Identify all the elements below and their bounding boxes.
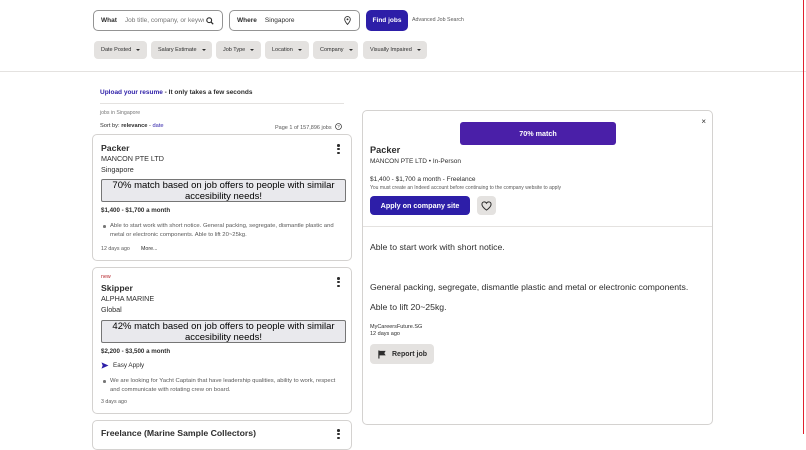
where-input[interactable] bbox=[264, 17, 341, 24]
location-pin-icon bbox=[341, 15, 353, 27]
job-salary: $2,200 - $3,500 a month bbox=[101, 348, 171, 355]
detail-description-1: Able to start work with short notice. bbox=[370, 242, 505, 252]
detail-salary-line: $1,400 - $1,700 a month - Freelance bbox=[370, 176, 476, 183]
job-location: Global bbox=[101, 305, 122, 314]
more-options-icon[interactable] bbox=[337, 429, 340, 439]
detail-company-line: MANCON PTE LTD • In-Person bbox=[370, 158, 462, 165]
where-field[interactable]: Where bbox=[229, 10, 360, 31]
caret-down-icon bbox=[297, 49, 302, 51]
detail-source: MyCareersFuture.SG bbox=[370, 324, 423, 330]
match-badge: 70% match based on job offers to people … bbox=[101, 179, 346, 202]
page-count: Page 1 of 157,896 jobs bbox=[275, 124, 332, 131]
detail-job-title: Packer bbox=[370, 145, 401, 155]
what-input[interactable] bbox=[124, 17, 204, 24]
job-card[interactable]: Packer MANCON PTE LTD Singapore 70% matc… bbox=[92, 134, 352, 261]
what-field[interactable]: What bbox=[93, 10, 223, 31]
filter-date-posted[interactable]: Date Posted bbox=[94, 41, 147, 59]
detail-description-2: General packing, segregate, dismantle pl… bbox=[370, 282, 689, 292]
caret-down-icon bbox=[136, 49, 141, 51]
caret-down-icon bbox=[348, 49, 353, 51]
sort-control: Sort by: relevance - date bbox=[100, 123, 164, 129]
jobs-in-label: jobs in Singapore bbox=[100, 110, 141, 116]
filter-label: Salary Estimate bbox=[158, 47, 197, 53]
job-detail-panel: 70% match × Packer MANCON PTE LTD • In-P… bbox=[362, 110, 713, 425]
sort-date-link[interactable]: date bbox=[153, 123, 164, 129]
detail-divider bbox=[363, 226, 712, 227]
svg-text:?: ? bbox=[337, 124, 340, 129]
job-title[interactable]: Freelance (Marine Sample Collectors) bbox=[101, 428, 256, 438]
send-icon bbox=[101, 362, 109, 369]
search-icon bbox=[204, 15, 216, 27]
caret-down-icon bbox=[250, 49, 255, 51]
more-options-icon[interactable] bbox=[337, 144, 340, 154]
report-job-label: Report job bbox=[392, 350, 427, 358]
job-title[interactable]: Skipper bbox=[101, 283, 133, 293]
upload-resume-banner: Upload your resume - It only takes a few… bbox=[100, 89, 252, 96]
flag-icon bbox=[378, 349, 386, 359]
save-job-button[interactable] bbox=[477, 196, 496, 215]
help-icon[interactable]: ? bbox=[334, 123, 342, 132]
job-salary: $1,400 - $1,700 a month bbox=[101, 207, 171, 214]
job-company: MANCON PTE LTD bbox=[101, 154, 164, 163]
job-card[interactable]: Freelance (Marine Sample Collectors) bbox=[92, 420, 352, 450]
job-card[interactable]: new Skipper ALPHA MARINE Global 42% matc… bbox=[92, 267, 352, 414]
where-label: Where bbox=[237, 17, 257, 24]
filter-visually-impaired[interactable]: Visually Impaired bbox=[363, 41, 427, 59]
upload-resume-link[interactable]: Upload your resume bbox=[100, 89, 163, 96]
sort-relevance[interactable]: relevance bbox=[121, 123, 147, 129]
job-date: 12 days ago bbox=[101, 246, 130, 252]
filter-company[interactable]: Company bbox=[313, 41, 358, 59]
job-company: ALPHA MARINE bbox=[101, 294, 155, 303]
advanced-search-link[interactable]: Advanced Job Search bbox=[412, 17, 464, 23]
caret-down-icon bbox=[416, 49, 421, 51]
easy-apply: Easy Apply bbox=[101, 362, 144, 369]
heart-icon bbox=[481, 200, 492, 211]
report-job-button[interactable]: Report job bbox=[370, 344, 434, 364]
filter-location[interactable]: Location bbox=[265, 41, 309, 59]
close-icon[interactable]: × bbox=[701, 117, 706, 126]
filter-job-type[interactable]: Job Type bbox=[216, 41, 261, 59]
upload-resume-text: - It only takes a few seconds bbox=[162, 89, 253, 96]
new-badge: new bbox=[101, 274, 111, 280]
easy-apply-label: Easy Apply bbox=[113, 362, 145, 369]
find-jobs-button[interactable]: Find jobs bbox=[366, 10, 408, 31]
filter-label: Company bbox=[320, 47, 344, 53]
detail-apply-note: You must create an Indeed account before… bbox=[370, 185, 562, 191]
filter-salary-estimate[interactable]: Salary Estimate bbox=[151, 41, 212, 59]
more-link[interactable]: More... bbox=[141, 246, 157, 252]
search-header: What Where Find jobs Advanced Job Search… bbox=[0, 0, 806, 72]
filter-label: Visually Impaired bbox=[370, 47, 412, 53]
job-snippet: Able to start work with short notice. Ge… bbox=[103, 222, 339, 239]
detail-posted: 12 days ago bbox=[370, 331, 400, 337]
filter-label: Location bbox=[272, 47, 293, 53]
job-date: 3 days ago bbox=[101, 399, 127, 405]
more-options-icon[interactable] bbox=[337, 277, 340, 287]
sort-prefix: Sort by: bbox=[100, 123, 122, 129]
divider bbox=[100, 103, 344, 104]
detail-match-badge: 70% match bbox=[460, 122, 616, 145]
page-info: Page 1 of 157,896 jobs ? bbox=[275, 123, 342, 132]
filter-label: Job Type bbox=[223, 47, 246, 53]
apply-button[interactable]: Apply on company site bbox=[370, 196, 470, 215]
what-label: What bbox=[101, 17, 117, 24]
match-badge: 42% match based on job offers to people … bbox=[101, 320, 346, 343]
job-title[interactable]: Packer bbox=[101, 143, 130, 153]
job-snippet: We are looking for Yacht Captain that ha… bbox=[103, 377, 339, 394]
job-location: Singapore bbox=[101, 165, 134, 174]
window-edge-line bbox=[803, 0, 804, 434]
caret-down-icon bbox=[201, 49, 206, 51]
filter-label: Date Posted bbox=[101, 47, 132, 53]
detail-description-3: Able to lift 20~25kg. bbox=[370, 302, 447, 312]
